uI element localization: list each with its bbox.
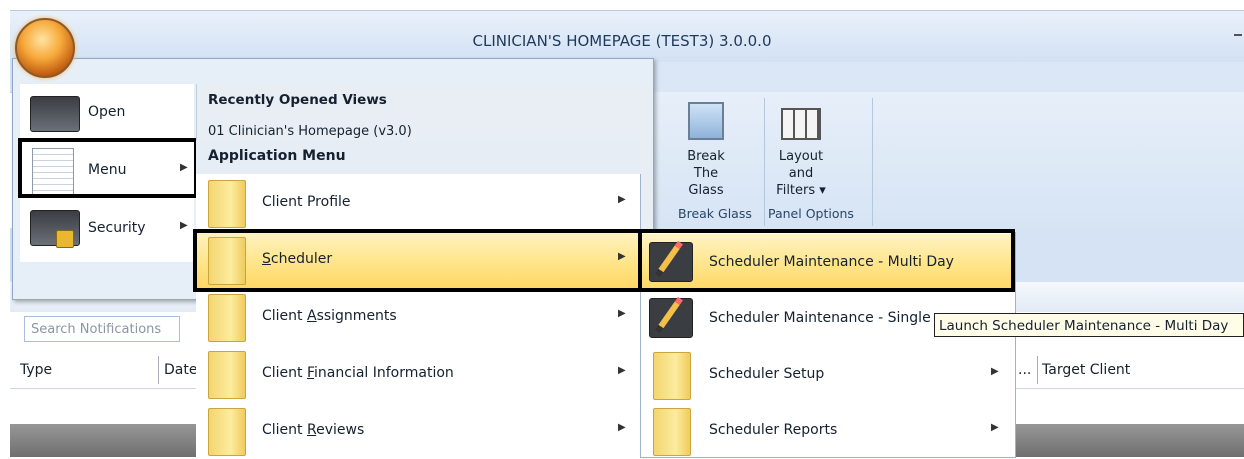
col-type[interactable]: Type [20,362,52,378]
highlight-box-scheduler [193,229,643,292]
submenu-item-client-profile[interactable]: Client Profile ▶ [196,174,640,231]
layout-and-filters-button[interactable]: Layout and Filters ▾ [766,102,836,199]
scheduler-setup[interactable]: Scheduler Setup ▶ [641,346,1015,402]
open-icon [30,96,80,132]
ribbon: Break The Glass Layout and Filters ▾ Bre… [652,92,1244,229]
group-panel-options-label: Panel Options [768,206,854,221]
folder-icon [208,180,246,228]
menu-item-security[interactable]: Security ▶ [20,200,194,258]
submenu-item-client-financial-information[interactable]: Client Financial Information ▶ [196,345,640,402]
col-date[interactable]: Date [164,362,197,378]
break-the-glass-button[interactable]: Break The Glass [680,102,732,199]
chevron-right-icon: ▶ [991,422,999,433]
highlight-box-menu [18,138,198,198]
application-orb-button[interactable] [15,18,75,78]
lock-icon [56,230,74,248]
application-submenu: Client Profile ▶ Scheduler ▶ Client Assi… [196,174,641,457]
tooltip: Launch Scheduler Maintenance - Multi Day [934,313,1244,337]
minimize-icon[interactable] [1234,34,1242,36]
columns-layout-icon [781,108,821,140]
pencil-edit-icon [649,298,693,338]
ribbon-divider [764,98,765,226]
ribbon-divider [872,98,873,226]
menu-item-open[interactable]: Open [20,84,194,142]
highlight-box-multi-day [638,229,1015,292]
chevron-right-icon: ▶ [180,220,188,231]
col-target-client[interactable]: Target Client [1042,362,1130,378]
search-notifications-input[interactable]: Search Notifications [24,316,180,342]
chevron-right-icon: ▶ [991,366,999,377]
submenu-item-client-assignments[interactable]: Client Assignments ▶ [196,288,640,345]
col-divider [1037,356,1038,384]
chevron-right-icon: ▶ [618,365,626,376]
application-menu-header: Application Menu [196,140,640,175]
folder-icon [208,294,246,342]
recent-view-item[interactable]: 01 Clinician's Homepage (v3.0) [208,124,412,138]
window-glass-icon [688,102,724,140]
folder-icon [653,352,691,400]
submenu-item-client-reviews[interactable]: Client Reviews ▶ [196,402,640,459]
col-divider [158,356,159,384]
folder-icon [653,408,691,456]
window-title: CLINICIAN'S HOMEPAGE (TEST3) 3.0.0.0 [472,32,772,50]
col-ellipsis[interactable]: ... [1018,362,1031,378]
recently-opened-title: Recently Opened Views [208,92,387,108]
folder-icon [208,408,246,456]
folder-icon [208,351,246,399]
chevron-right-icon: ▶ [618,422,626,433]
group-break-glass-label: Break Glass [678,206,752,221]
chevron-right-icon: ▶ [618,308,626,319]
scheduler-reports[interactable]: Scheduler Reports ▶ [641,402,1015,458]
chevron-right-icon: ▶ [618,194,626,205]
